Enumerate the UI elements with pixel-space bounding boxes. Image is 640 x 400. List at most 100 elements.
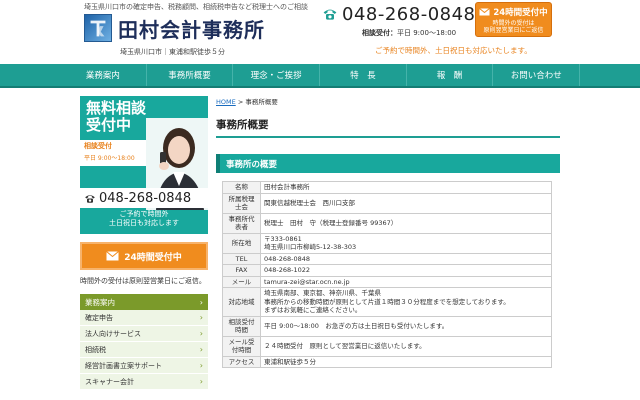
- table-key: 対応地域: [222, 287, 261, 317]
- table-value[interactable]: 048-268-0848: [260, 252, 552, 265]
- table-row: 所在地 〒333-0861 埼玉県川口市柳崎5-12-38-303: [222, 232, 552, 254]
- consult-note-1: ご予約で時間外: [119, 210, 169, 218]
- sidebar-24h-label: 24時間受付中: [124, 252, 182, 263]
- header-address: 埼玉県川口市｜東浦和駅徒歩５分: [120, 48, 225, 56]
- chevron-right-icon: ›: [199, 361, 203, 370]
- header-tagline: 埼玉県川口市の確定申告、税務顧問、相続税申告など税理士へのご相談: [84, 3, 308, 11]
- sidebar-reply-note: 時間外の受付は原則翌営業日にご返信。: [80, 277, 206, 285]
- sidebar-phone[interactable]: 048-268-0848: [80, 188, 208, 208]
- consult-title-1: 無料相談: [86, 99, 147, 117]
- global-nav: 業務案内 事務所概要 理念・ご挨拶 特 長 報 酬 お問い合わせ: [0, 64, 640, 88]
- area-line-3: まずはお気軽にご連絡ください。: [264, 306, 362, 314]
- badge-sub-2: 原則翌営業日にご返信: [483, 27, 544, 34]
- nav-item-fees[interactable]: 報 酬: [407, 64, 494, 86]
- badge-sub-1: 時間外の受付は: [492, 20, 535, 27]
- table-value: 税理士 田村 守（税理士登録番号 99367）: [260, 212, 552, 234]
- table-value: 〒333-0861 埼玉県川口市柳崎5-12-38-303: [260, 232, 552, 254]
- postal-code: 〒333-0861: [264, 234, 302, 243]
- hours-label: 相談受付：: [362, 29, 397, 37]
- sidebar-item-tax-return[interactable]: 確定申告 ›: [80, 310, 208, 326]
- chevron-right-icon: ›: [199, 345, 203, 354]
- breadcrumb-home[interactable]: HOME: [216, 98, 236, 106]
- page: 埼玉県川口市の確定申告、税務顧問、相続税申告など税理士へのご相談 田村会計事務所…: [0, 0, 640, 400]
- table-key: 所属税理士会: [222, 192, 261, 214]
- sidebar-item-business-plan[interactable]: 経営計画書立案サポート ›: [80, 358, 208, 374]
- street-address: 埼玉県川口市柳崎5-12-38-303: [264, 243, 357, 251]
- table-row: メール tamura-zei@star.ocn.ne.jp: [222, 275, 552, 288]
- consult-note-2: 土日祝日も対応します: [109, 219, 179, 227]
- sidebar-item-label: 相続税: [85, 345, 106, 354]
- header-phone[interactable]: 048-268-0848: [322, 3, 476, 25]
- office-name[interactable]: 田村会計事務所: [118, 14, 265, 43]
- chevron-right-icon: ›: [199, 297, 203, 307]
- breadcrumb-current: 事務所概要: [245, 98, 278, 106]
- nav-item-contact[interactable]: お問い合わせ: [493, 64, 581, 86]
- table-key: メール受付時間: [222, 335, 261, 357]
- sidebar-phone-number: 048-268-0848: [99, 190, 192, 206]
- table-key: FAX: [222, 264, 261, 277]
- table-row: TEL 048-268-0848: [222, 252, 552, 265]
- nav-item-philosophy[interactable]: 理念・ご挨拶: [233, 64, 321, 86]
- table-key: 相談受付時間: [222, 315, 261, 337]
- hours-value: 平日 9:00～18:00: [397, 29, 457, 37]
- sidebar-item-inheritance[interactable]: 相続税 ›: [80, 342, 208, 358]
- table-row: 相談受付時間 平日 9:00～18:00 お急ぎの方は土日祝日も受付いたします。: [222, 315, 552, 337]
- sidebar-menu-head[interactable]: 業務案内 ›: [80, 294, 208, 310]
- header-24h-button[interactable]: 24時間受付中 時間外の受付は 原則翌営業日にご返信: [475, 2, 552, 37]
- table-row: 事務所代表者 税理士 田村 守（税理士登録番号 99367）: [222, 212, 552, 234]
- table-value[interactable]: tamura-zei@star.ocn.ne.jp: [260, 275, 552, 288]
- overview-table: 名称 田村会計事務所 所属税理士会 関東信越税理士会 西川口支部 事務所代表者 …: [222, 181, 552, 368]
- main-content: HOME > 事務所概要 事務所概要 事務所の概要 名称 田村会計事務所 所属税…: [216, 96, 560, 368]
- table-value: 東浦和駅徒歩５分: [260, 355, 552, 368]
- sidebar-item-label: 確定申告: [85, 313, 113, 322]
- nav-pad-right: [580, 64, 640, 86]
- chevron-right-icon: ›: [199, 377, 203, 386]
- table-key: メール: [222, 275, 261, 288]
- sidebar-item-label: 経営計画書立案サポート: [85, 361, 162, 370]
- header-phone-number: 048-268-0848: [342, 3, 476, 25]
- table-key: 所在地: [222, 232, 261, 254]
- table-value: ２４時間受付 原則として翌営業日に返信いたします。: [260, 335, 552, 357]
- mail-icon: [106, 251, 120, 261]
- table-value: 関東信越税理士会 西川口支部: [260, 192, 552, 214]
- table-row: アクセス 東浦和駅徒歩５分: [222, 355, 552, 368]
- area-line-1: 埼玉県南部、東京都、神奈川県、千葉県: [264, 289, 381, 297]
- consult-note: ご予約で時間外 土日祝日も対応します: [80, 210, 208, 228]
- mail-icon: [479, 8, 491, 16]
- consult-info-1: 相談受付: [84, 142, 112, 150]
- section-heading: 事務所の概要: [216, 154, 560, 173]
- table-value: 埼玉県南部、東京都、神奈川県、千葉県 事務所からの移動時間が原則として片道１時間…: [260, 287, 552, 317]
- sidebar-item-corporate[interactable]: 法人向けサービス ›: [80, 326, 208, 342]
- site-header: 埼玉県川口市の確定申告、税務顧問、相続税申告など税理士へのご相談 田村会計事務所…: [0, 0, 640, 64]
- header-hours: 相談受付：平日 9:00～18:00: [362, 28, 456, 38]
- badge-label: 24時間受付中: [493, 8, 548, 18]
- breadcrumb-separator: >: [237, 98, 244, 106]
- sidebar-24h-button[interactable]: 24時間受付中: [80, 242, 208, 270]
- table-value: 048-268-1022: [260, 264, 552, 277]
- sidebar-item-scanner[interactable]: スキャナー会計 ›: [80, 374, 208, 390]
- table-value: 田村会計事務所: [260, 181, 552, 194]
- sidebar: 無料相談 受付中 相談受付 平日 9:00～18:00 048-268-0848…: [80, 96, 208, 390]
- table-row: 対応地域 埼玉県南部、東京都、神奈川県、千葉県 事務所からの移動時間が原則として…: [222, 287, 552, 317]
- logo-icon[interactable]: [84, 14, 112, 42]
- consult-title-2: 受付中: [86, 116, 132, 134]
- sidebar-menu: 業務案内 › 確定申告 › 法人向けサービス › 相続税 › 経営計画書立案サポ…: [80, 294, 208, 390]
- table-row: 所属税理士会 関東信越税理士会 西川口支部: [222, 192, 552, 214]
- nav-item-features[interactable]: 特 長: [320, 64, 407, 86]
- header-open-note: ご予約で時間外、土日祝日も対応いたします。: [375, 46, 532, 55]
- table-value: 平日 9:00～18:00 お急ぎの方は土日祝日も受付いたします。: [260, 315, 552, 337]
- breadcrumb: HOME > 事務所概要: [216, 96, 560, 106]
- sidebar-menu-head-label: 業務案内: [85, 297, 115, 307]
- sidebar-item-label: スキャナー会計: [85, 377, 134, 386]
- consult-info-2: 平日 9:00～18:00: [84, 155, 135, 162]
- sidebar-item-label: 法人向けサービス: [85, 329, 141, 338]
- table-row: メール受付時間 ２４時間受付 原則として翌営業日に返信いたします。: [222, 335, 552, 357]
- phone-icon: [323, 9, 337, 20]
- table-key: アクセス: [222, 355, 261, 368]
- table-key: 事務所代表者: [222, 212, 261, 234]
- table-key: 名称: [222, 181, 261, 194]
- nav-item-overview[interactable]: 事務所概要: [147, 64, 234, 86]
- table-row: 名称 田村会計事務所: [222, 181, 552, 194]
- free-consult-banner[interactable]: 無料相談 受付中 相談受付 平日 9:00～18:00 048-268-0848…: [80, 96, 208, 234]
- nav-item-services[interactable]: 業務案内: [60, 64, 147, 86]
